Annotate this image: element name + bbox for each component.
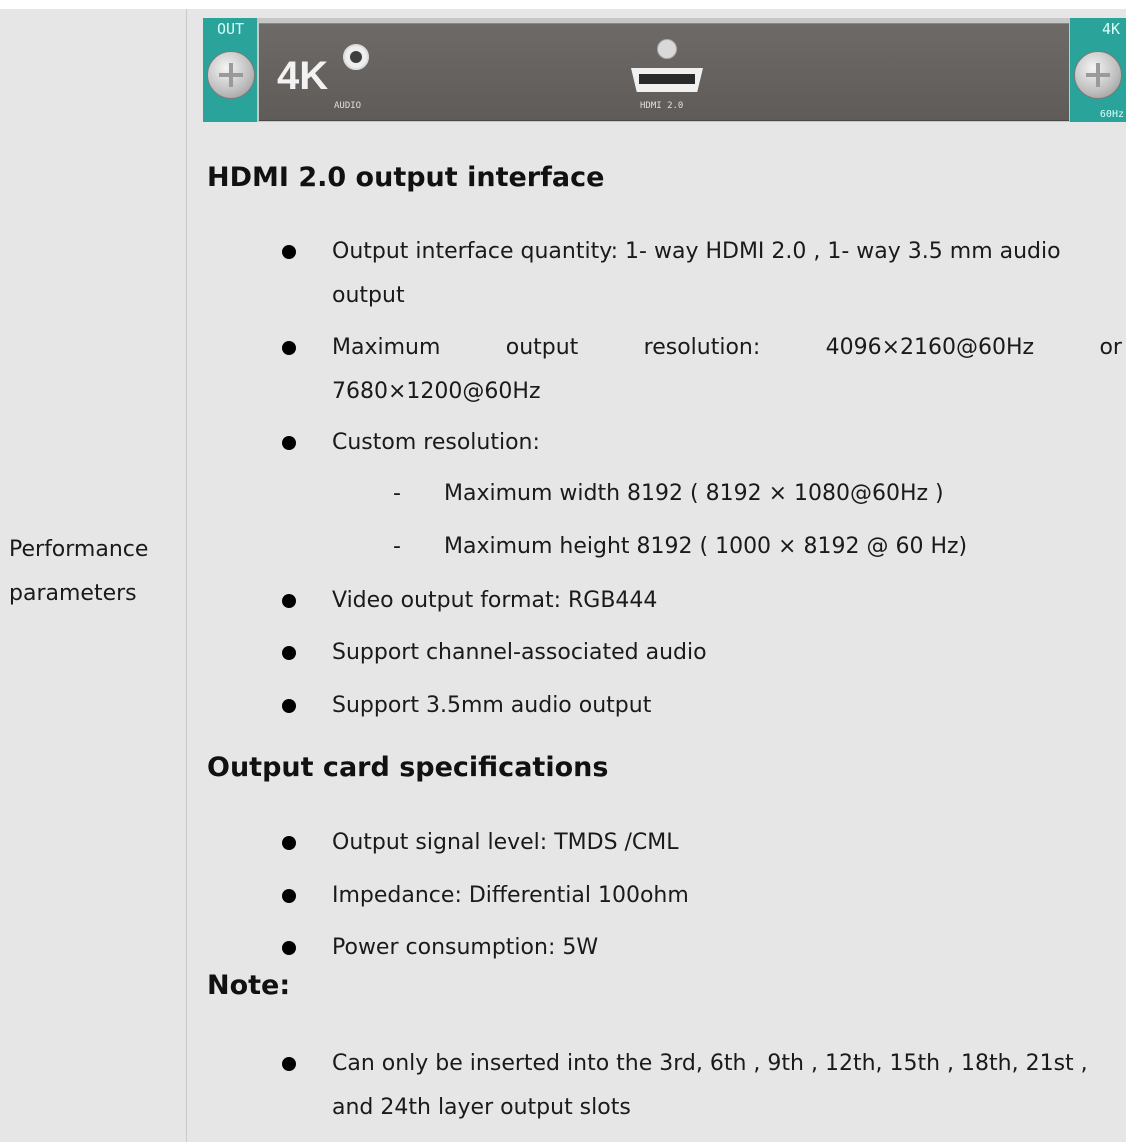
plate-4k-label: 4K (277, 54, 329, 98)
bullet-icon (282, 646, 296, 660)
section-heading-note: Note: (207, 970, 291, 1001)
section-heading-hdmi: HDMI 2.0 output interface (207, 162, 605, 193)
row-label-line2: parameters (9, 581, 137, 606)
tab-4k-label: 4K (1101, 20, 1120, 38)
list-item-line: Output interface quantity: 1- way HDMI 2… (332, 239, 1061, 264)
bullet-icon (282, 836, 296, 850)
word: output (505, 335, 579, 360)
audio-port-label: AUDIO (334, 101, 362, 111)
word: Maximum (332, 335, 441, 360)
bullet-icon (282, 436, 296, 450)
sub-item-max-width: Maximum width 8192 ( 8192 × 1080@60Hz ) (444, 481, 944, 506)
bullet-icon (282, 245, 296, 259)
list-item-line: 7680×1200@60Hz (332, 379, 541, 404)
word: 4096×2160@60Hz (825, 335, 1035, 360)
panel-faceplate: 4K AUDIO HDMI 2.0 (259, 23, 1069, 121)
word: or (1099, 335, 1122, 360)
list-item-power: Power consumption: 5W (332, 935, 599, 960)
list-item-signal-level: Output signal level: TMDS /CML (332, 830, 679, 855)
row-label: Performance parameters (9, 528, 184, 616)
screw-icon (207, 51, 255, 99)
section-heading-card-specs: Output card specifications (207, 752, 609, 783)
output-card-panel-image: OUT 4K AUDIO HDMI 2.0 4K 60Hz (203, 18, 1126, 122)
list-item-custom-resolution: Custom resolution: (332, 430, 540, 455)
list-item-max-resolution: Maximum output resolution: 4096×2160@60H… (332, 326, 1122, 414)
table-left-cell: Performance parameters (0, 9, 187, 1142)
list-item-line: and 24th layer output slots (332, 1095, 631, 1120)
list-item-line: Can only be inserted into the 3rd, 6th ,… (332, 1051, 1088, 1076)
bullet-icon (282, 699, 296, 713)
bullet-icon (282, 594, 296, 608)
hdmi-port-label: HDMI 2.0 (640, 101, 684, 111)
row-label-line1: Performance (9, 537, 149, 562)
sub-item-max-height: Maximum height 8192 ( 1000 × 8192 @ 60 H… (444, 534, 968, 559)
audio-jack-icon (343, 44, 369, 70)
word: resolution: (643, 335, 761, 360)
sub-item-dash: - (393, 534, 401, 559)
list-item-video-format: Video output format: RGB444 (332, 588, 658, 613)
list-item-slots: Can only be inserted into the 3rd, 6th ,… (332, 1042, 1122, 1130)
bullet-icon (282, 341, 296, 355)
list-item-channel-audio: Support channel-associated audio (332, 640, 707, 665)
bullet-icon (282, 1057, 296, 1071)
screw-icon (1074, 51, 1122, 99)
panel-left-tab: OUT (203, 18, 257, 122)
tab-out-label: OUT (217, 20, 245, 38)
panel-right-tab: 4K 60Hz (1070, 18, 1126, 122)
hdmi-port-icon (631, 68, 703, 92)
sub-item-dash: - (393, 481, 401, 506)
bullet-icon (282, 941, 296, 955)
tab-60hz-label: 60Hz (1099, 109, 1124, 120)
list-item-impedance: Impedance: Differential 100ohm (332, 883, 689, 908)
list-item-line: Maximum output resolution: 4096×2160@60H… (332, 326, 1122, 370)
list-item-interface-quantity: Output interface quantity: 1- way HDMI 2… (332, 230, 1122, 318)
list-item-line: output (332, 283, 405, 308)
list-item-3-5mm-audio: Support 3.5mm audio output (332, 693, 652, 718)
hdmi-screw-icon (657, 39, 677, 59)
bullet-icon (282, 889, 296, 903)
